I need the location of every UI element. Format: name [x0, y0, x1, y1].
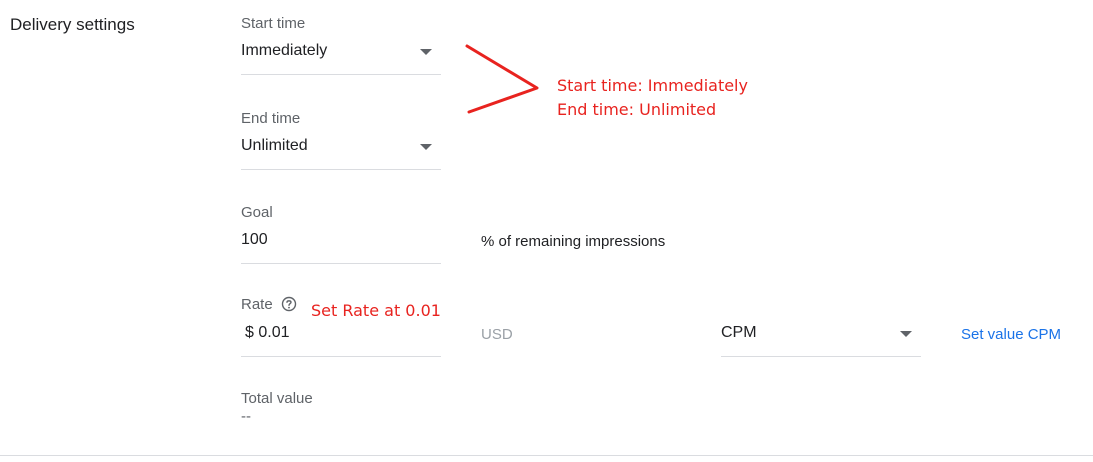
annotation-rate: Set Rate at 0.01 [311, 301, 441, 320]
rate-label: Rate [241, 296, 273, 313]
section-divider [0, 455, 1093, 456]
dropdown-arrow-icon [420, 144, 432, 150]
total-value-label: Total value [241, 390, 313, 407]
end-time-select[interactable]: Unlimited [241, 135, 441, 170]
goal-label: Goal [241, 204, 273, 221]
annotation-arrow-icon [465, 44, 539, 114]
goal-value: 100 [241, 231, 268, 248]
section-title: Delivery settings [10, 15, 135, 34]
total-value: -- [241, 408, 251, 425]
dropdown-arrow-icon [420, 49, 432, 55]
dropdown-arrow-icon [900, 331, 912, 337]
start-time-select[interactable]: Immediately [241, 40, 441, 75]
end-time-label: End time [241, 110, 301, 127]
start-time-value: Immediately [241, 42, 328, 59]
annotation-end-time: End time: Unlimited [557, 100, 717, 119]
set-value-cpm-link[interactable]: Set value CPM [961, 326, 1061, 343]
goal-suffix: % of remaining impressions [481, 233, 666, 250]
end-time-value: Unlimited [241, 137, 308, 154]
annotation-start-time: Start time: Immediately [557, 76, 748, 95]
start-time-label: Start time [241, 15, 306, 32]
rate-type-select[interactable]: CPM [721, 322, 921, 357]
goal-input[interactable]: 100 [241, 229, 441, 264]
rate-input[interactable]: $ 0.01 [241, 322, 441, 357]
help-circle-icon[interactable] [281, 296, 297, 312]
currency-label: USD [481, 326, 513, 343]
rate-type-value: CPM [721, 324, 757, 341]
rate-value: $ 0.01 [245, 324, 290, 341]
